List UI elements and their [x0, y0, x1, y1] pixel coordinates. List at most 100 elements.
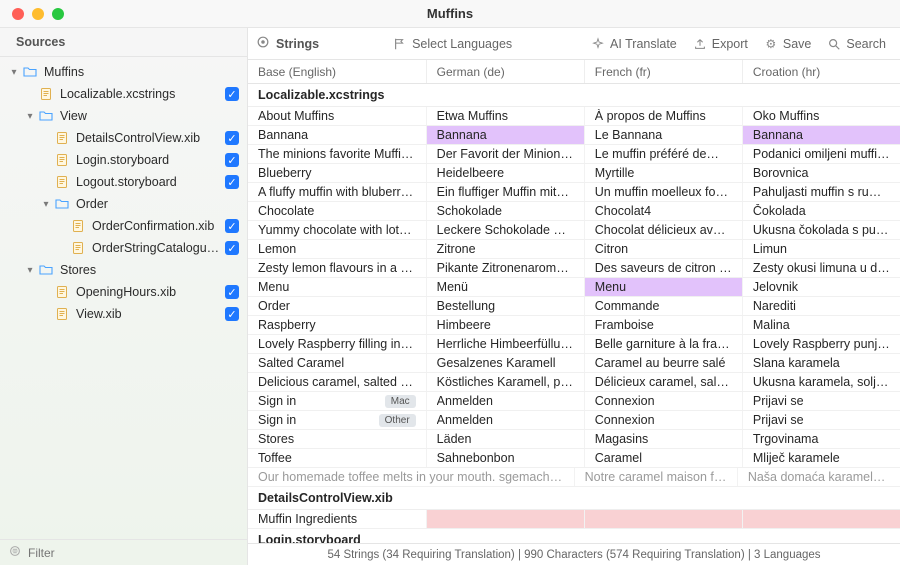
table-cell[interactable]: Yummy chocolate with lots…	[248, 221, 427, 239]
table-cell[interactable]: Notre caramel maison f…	[575, 468, 738, 486]
table-row[interactable]: A fluffy muffin with bluberri…Ein fluffi…	[248, 183, 900, 202]
table-cell[interactable]: Schokolade	[427, 202, 585, 220]
include-checkbox[interactable]: ✓	[225, 131, 239, 145]
tree-item[interactable]: ▾Order	[0, 193, 247, 215]
table-cell[interactable]: Herrliche Himbeerfüllu…	[427, 335, 585, 353]
column-header[interactable]: Croation (hr)	[743, 60, 900, 83]
table-cell[interactable]: Le muffin préféré de…	[585, 145, 743, 163]
table-cell[interactable]: Le Bannana	[585, 126, 743, 144]
table-cell[interactable]: Sahnebonbon	[427, 449, 585, 467]
search-button[interactable]: Search	[821, 34, 892, 54]
table-cell[interactable]	[743, 510, 900, 528]
table-row[interactable]: Salted CaramelGesalzenes KaramellCaramel…	[248, 354, 900, 373]
table-cell[interactable]: Caramel	[585, 449, 743, 467]
table-cell[interactable]: Chocolat délicieux avec…	[585, 221, 743, 239]
table-cell[interactable]: Belle garniture à la fra…	[585, 335, 743, 353]
table-cell[interactable]: Limun	[743, 240, 900, 258]
table-cell[interactable]: Stores	[248, 430, 427, 448]
disclosure-chevron-icon[interactable]: ▾	[24, 265, 36, 276]
table-cell[interactable]: Lovely Raspberry filling in a…	[248, 335, 427, 353]
table-cell[interactable]: A fluffy muffin with bluberri…	[248, 183, 427, 201]
table-row[interactable]: MenuMenüMenuJelovnik	[248, 278, 900, 297]
table-cell[interactable]: Toffee	[248, 449, 427, 467]
table-cell[interactable]: Framboise	[585, 316, 743, 334]
table-cell[interactable]: Blueberry	[248, 164, 427, 182]
column-header[interactable]: German (de)	[427, 60, 585, 83]
disclosure-chevron-icon[interactable]: ▾	[8, 67, 20, 78]
table-cell[interactable]: Menü	[427, 278, 585, 296]
strings-table[interactable]: Localizable.xcstringsAbout MuffinsEtwa M…	[248, 84, 900, 543]
table-cell[interactable]: Ukusna karamela, solje…	[743, 373, 900, 391]
table-cell[interactable]: Myrtille	[585, 164, 743, 182]
table-cell[interactable]: Borovnica	[743, 164, 900, 182]
table-cell[interactable]: Connexion	[585, 392, 743, 410]
table-cell[interactable]: Anmelden	[427, 392, 585, 410]
table-row[interactable]: Lovely Raspberry filling in a…Herrliche …	[248, 335, 900, 354]
filter-input[interactable]	[28, 546, 239, 560]
export-button[interactable]: Export	[687, 34, 754, 54]
include-checkbox[interactable]: ✓	[225, 175, 239, 189]
table-cell[interactable]: Our homemade toffee melts in your mouth.…	[248, 468, 575, 486]
table-cell[interactable]: Leckere Schokolade mi…	[427, 221, 585, 239]
table-row[interactable]: LemonZitroneCitronLimun	[248, 240, 900, 259]
table-cell[interactable]: Zesty lemon flavours in a de…	[248, 259, 427, 277]
close-window-button[interactable]	[12, 8, 24, 20]
table-cell[interactable]: Lemon	[248, 240, 427, 258]
table-cell[interactable]: Jelovnik	[743, 278, 900, 296]
tree-item[interactable]: ▾Muffins	[0, 61, 247, 83]
table-cell[interactable]: Heidelbeere	[427, 164, 585, 182]
table-cell[interactable]: Commande	[585, 297, 743, 315]
table-cell[interactable]: Naša domaća karamela…	[738, 468, 900, 486]
table-cell[interactable]: About Muffins	[248, 107, 427, 125]
table-cell[interactable]: Magasins	[585, 430, 743, 448]
table-cell[interactable]: Muffin Ingredients	[248, 510, 427, 528]
source-tree[interactable]: ▾Muffins▸Localizable.xcstrings✓▾View▸Det…	[0, 57, 247, 539]
include-checkbox[interactable]: ✓	[225, 307, 239, 321]
table-cell[interactable]: Chocolate	[248, 202, 427, 220]
table-cell[interactable]: Delicious caramel, salted to…	[248, 373, 427, 391]
table-cell[interactable]: Order	[248, 297, 427, 315]
table-cell[interactable]: Bannana	[248, 126, 427, 144]
table-cell[interactable]: Köstliches Karamell, pe…	[427, 373, 585, 391]
table-cell[interactable]: Lovely Raspberry punje…	[743, 335, 900, 353]
table-cell[interactable]: Läden	[427, 430, 585, 448]
minimize-window-button[interactable]	[32, 8, 44, 20]
tree-item[interactable]: ▸DetailsControlView.xib✓	[0, 127, 247, 149]
table-cell[interactable]: Un muffin moelleux fou…	[585, 183, 743, 201]
table-cell[interactable]: Narediti	[743, 297, 900, 315]
include-checkbox[interactable]: ✓	[225, 285, 239, 299]
table-cell[interactable]: Zitrone	[427, 240, 585, 258]
tree-item[interactable]: ▸OrderConfirmation.xib✓	[0, 215, 247, 237]
zoom-window-button[interactable]	[52, 8, 64, 20]
table-row[interactable]: Sign inMacAnmeldenConnexionPrijavi se	[248, 392, 900, 411]
table-cell[interactable]: Čokolada	[743, 202, 900, 220]
table-cell[interactable]: Prijavi se	[743, 411, 900, 429]
table-cell[interactable]: Connexion	[585, 411, 743, 429]
table-cell[interactable]	[585, 510, 743, 528]
table-cell[interactable]: Pikante Zitronenarome…	[427, 259, 585, 277]
table-cell[interactable]: Etwa Muffins	[427, 107, 585, 125]
table-row[interactable]: Sign inOtherAnmeldenConnexionPrijavi se	[248, 411, 900, 430]
table-cell[interactable]: À propos de Muffins	[585, 107, 743, 125]
table-cell[interactable]: Sign inMac	[248, 392, 427, 410]
table-cell[interactable]: Bestellung	[427, 297, 585, 315]
table-cell[interactable]: Slana karamela	[743, 354, 900, 372]
include-checkbox[interactable]: ✓	[225, 241, 239, 255]
table-cell[interactable]: Citron	[585, 240, 743, 258]
table-cell[interactable]: Pahuljasti muffin s rum…	[743, 183, 900, 201]
table-cell[interactable]: Trgovinama	[743, 430, 900, 448]
include-checkbox[interactable]: ✓	[225, 153, 239, 167]
table-row[interactable]: ToffeeSahnebonbonCaramelMliječ karamele	[248, 449, 900, 468]
table-cell[interactable]: Caramel au beurre salé	[585, 354, 743, 372]
table-cell[interactable]: Oko Muffins	[743, 107, 900, 125]
tree-item[interactable]: ▾Stores	[0, 259, 247, 281]
table-cell[interactable]: Sign inOther	[248, 411, 427, 429]
table-cell[interactable]: Chocolat4	[585, 202, 743, 220]
table-cell[interactable]: Mliječ karamele	[743, 449, 900, 467]
tree-item[interactable]: ▸Localizable.xcstrings✓	[0, 83, 247, 105]
table-row[interactable]: OrderBestellungCommandeNarediti	[248, 297, 900, 316]
disclosure-chevron-icon[interactable]: ▾	[40, 199, 52, 210]
table-cell[interactable]: Bannana	[427, 126, 585, 144]
table-cell[interactable]: Malina	[743, 316, 900, 334]
tree-item[interactable]: ▸Login.storyboard✓	[0, 149, 247, 171]
